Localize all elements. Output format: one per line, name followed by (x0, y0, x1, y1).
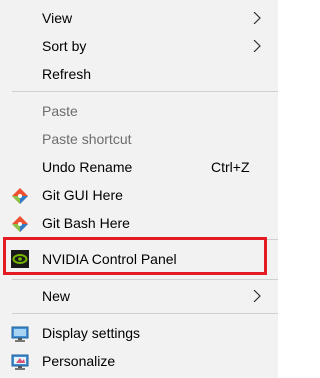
chevron-right-icon (253, 12, 261, 24)
chevron-right-icon (253, 40, 261, 52)
menu-item-paste[interactable]: Paste (0, 97, 278, 125)
display-settings-icon (11, 326, 29, 342)
menu-item-new[interactable]: New (0, 282, 278, 310)
menu-item-refresh[interactable]: Refresh (0, 60, 278, 88)
menu-item-display-settings[interactable]: Display settings (0, 319, 278, 347)
menu-item-git-gui-here-label: Git GUI Here (42, 187, 123, 203)
chevron-right-icon (253, 290, 261, 302)
menu-item-git-bash-here-label: Git Bash Here (42, 215, 130, 231)
menu-item-display-settings-label: Display settings (42, 325, 141, 341)
menu-separator (12, 279, 278, 280)
git-gui-icon (12, 188, 28, 204)
menu-item-undo-rename-label: Undo Rename (42, 159, 133, 175)
context-menu: View Sort by Refresh Paste Paste shortcu… (0, 0, 278, 378)
highlight-box (3, 237, 267, 275)
menu-item-paste-shortcut[interactable]: Paste shortcut (0, 125, 278, 153)
menu-item-view-label: View (42, 10, 73, 26)
menu-item-refresh-label: Refresh (42, 66, 92, 82)
menu-separator (12, 91, 278, 92)
menu-item-paste-label: Paste (42, 103, 78, 119)
menu-item-sort-by[interactable]: Sort by (0, 32, 278, 60)
menu-separator (12, 313, 278, 314)
menu-item-view[interactable]: View (0, 4, 278, 32)
menu-item-git-gui-here[interactable]: Git GUI Here (0, 181, 278, 209)
menu-item-undo-rename[interactable]: Undo Rename Ctrl+Z (0, 153, 278, 181)
menu-item-personalize[interactable]: Personalize (0, 347, 278, 375)
menu-item-sort-by-label: Sort by (42, 38, 87, 54)
git-bash-icon (12, 216, 28, 232)
menu-item-paste-shortcut-label: Paste shortcut (42, 131, 132, 147)
menu-item-git-bash-here[interactable]: Git Bash Here (0, 209, 278, 237)
menu-item-new-label: New (42, 288, 71, 304)
personalize-icon (11, 354, 29, 370)
menu-item-personalize-label: Personalize (42, 353, 116, 369)
keyboard-shortcut: Ctrl+Z (211, 159, 250, 175)
